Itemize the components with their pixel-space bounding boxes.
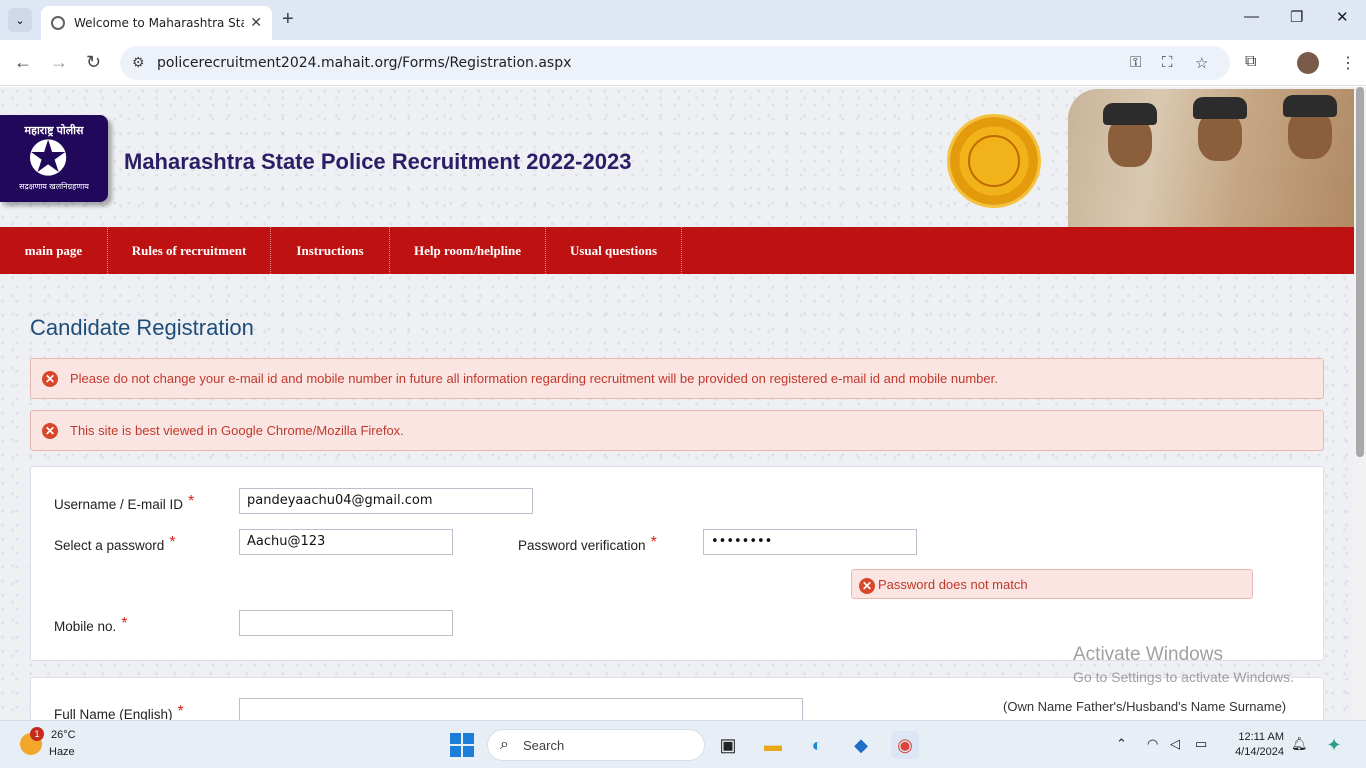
activate-windows-subtitle: Go to Settings to activate Windows. <box>1073 669 1294 685</box>
key-icon[interactable]: ⚿ <box>1130 54 1141 71</box>
profile-avatar[interactable] <box>1297 52 1319 74</box>
error-circle-icon: ✕ <box>859 578 875 594</box>
notification-badge: 1 <box>30 727 44 741</box>
main-navbar: main page Rules of recruitment Instructi… <box>0 227 1354 274</box>
site-header: महाराष्ट्र पोलीस ✪ सद्रक्षणाय खलनिग्रहणा… <box>0 87 1354 227</box>
password-label: Select a password * <box>54 534 176 553</box>
copilot-icon[interactable]: ✦ <box>1320 731 1348 759</box>
nav-rules-of-recruitment[interactable]: Rules of recruitment <box>108 227 271 274</box>
browser-tab-strip: ⌄ Welcome to Maharashtra State ✕ + — ❐ ✕ <box>0 0 1366 40</box>
taskbar-search[interactable]: ⌕ Search <box>487 729 705 761</box>
police-logo: महाराष्ट्र पोलीस ✪ सद्रक्षणाय खलनिग्रहणा… <box>0 115 108 202</box>
mobile-label: Mobile no. * <box>54 615 128 634</box>
tab-search-button[interactable]: ⌄ <box>8 8 32 32</box>
wifi-icon[interactable]: ◠ <box>1147 736 1158 752</box>
search-icon: ⌕ <box>500 736 509 753</box>
page-viewport: महाराष्ट्र पोलीस ✪ सद्रक्षणाय खलनिग्रहणा… <box>0 87 1354 720</box>
restore-button[interactable]: ❐ <box>1290 8 1303 26</box>
alert-email-notice: ✕ Please do not change your e-mail id an… <box>30 358 1324 399</box>
fullname-hint: (Own Name Father's/Husband's Name Surnam… <box>1003 699 1287 714</box>
task-view-icon[interactable]: ▣ <box>714 731 742 759</box>
state-emblem <box>950 117 1038 205</box>
verify-label: Password verification * <box>518 534 657 553</box>
error-text: Password does not match <box>878 577 1028 592</box>
close-tab-icon[interactable]: ✕ <box>250 14 262 31</box>
nav-usual-questions[interactable]: Usual questions <box>546 227 682 274</box>
tab-title: Welcome to Maharashtra State <box>74 16 244 30</box>
fullname-label: Full Name (English) * <box>54 703 184 720</box>
windows-start-icon[interactable] <box>450 733 474 757</box>
bell-icon[interactable]: 🔔︎ <box>1291 736 1308 752</box>
back-arrow-icon[interactable]: ← <box>14 52 32 73</box>
translate-icon[interactable]: ⛶ <box>1162 54 1173 71</box>
password-field[interactable]: Aachu@123 <box>239 529 453 555</box>
nav-main-page[interactable]: main page <box>0 227 108 274</box>
search-placeholder: Search <box>523 738 565 753</box>
password-mismatch-error: ✕ Password does not match <box>851 569 1253 599</box>
error-circle-icon: ✕ <box>42 423 58 439</box>
browser-toolbar: ← → ↻ ⚙ policerecruitment2024.mahait.org… <box>0 40 1366 86</box>
fullname-field[interactable] <box>239 698 803 720</box>
bookmark-star-icon[interactable]: ☆ <box>1195 54 1208 72</box>
alert-browser-notice: ✕ This site is best viewed in Google Chr… <box>30 410 1324 451</box>
system-clock[interactable]: 12:11 AM 4/14/2024 <box>1226 730 1284 760</box>
close-window-button[interactable]: ✕ <box>1336 8 1349 26</box>
url-text[interactable]: policerecruitment2024.mahait.org/Forms/R… <box>157 55 571 71</box>
password-verification-field[interactable]: •••••••• <box>703 529 917 555</box>
nav-instructions[interactable]: Instructions <box>271 227 390 274</box>
alert-text: Please do not change your e-mail id and … <box>70 371 998 386</box>
site-info-icon[interactable]: ⚙ <box>132 54 145 71</box>
clock-time: 12:11 AM <box>1238 731 1284 743</box>
extensions-icon[interactable]: ⧉ <box>1245 53 1256 71</box>
username-label: Username / E-mail ID * <box>54 493 195 512</box>
forward-arrow-icon[interactable]: → <box>50 52 68 73</box>
alert-text: This site is best viewed in Google Chrom… <box>70 423 404 438</box>
speaker-icon[interactable]: ◁ <box>1170 736 1180 752</box>
mobile-field[interactable] <box>239 610 453 636</box>
chrome-icon[interactable]: ◉ <box>891 731 919 759</box>
edge-browser-icon[interactable]: ◐ <box>803 731 831 759</box>
star-badge-icon: ✪ <box>28 133 69 186</box>
vscode-icon[interactable]: ◆ <box>847 731 875 759</box>
address-bar[interactable]: ⚙ policerecruitment2024.mahait.org/Forms… <box>120 46 1230 80</box>
temperature: 26°C <box>51 729 76 741</box>
username-field[interactable]: pandeyaachu04@gmail.com <box>239 488 533 514</box>
nav-help-room[interactable]: Help room/helpline <box>390 227 546 274</box>
logo-text-bottom: सद्रक्षणाय खलनिग्रहणाय <box>19 182 89 191</box>
battery-icon[interactable]: ▭ <box>1195 736 1207 752</box>
page-scrollbar[interactable] <box>1354 87 1366 720</box>
weather-condition: Haze <box>49 746 75 758</box>
police-salute-banner <box>1068 89 1354 227</box>
account-panel: Username / E-mail ID * pandeyaachu04@gmai… <box>30 466 1324 661</box>
site-title: Maharashtra State Police Recruitment 202… <box>124 149 632 174</box>
globe-icon <box>51 16 65 30</box>
file-explorer-icon[interactable]: ▬ <box>759 731 787 759</box>
page-heading: Candidate Registration <box>30 315 254 340</box>
error-circle-icon: ✕ <box>42 371 58 387</box>
browser-tab-active[interactable]: Welcome to Maharashtra State ✕ <box>41 6 272 40</box>
menu-kebab-icon[interactable]: ⋮ <box>1340 53 1356 73</box>
tray-chevron-icon[interactable]: ⌃ <box>1116 736 1127 752</box>
chevron-down-icon: ⌄ <box>15 14 25 27</box>
new-tab-button[interactable]: + <box>282 8 294 30</box>
windows-taskbar: 1 26°C Haze ⌕ Search ▣ ▬ ◐ ◆ ◉ ⌃ ◠ ◁ ▭ 1… <box>0 720 1366 768</box>
reload-icon[interactable]: ↻ <box>86 52 101 73</box>
minimize-button[interactable]: — <box>1244 8 1259 25</box>
clock-date: 4/14/2024 <box>1235 746 1284 758</box>
activate-windows-title: Activate Windows <box>1073 644 1223 665</box>
